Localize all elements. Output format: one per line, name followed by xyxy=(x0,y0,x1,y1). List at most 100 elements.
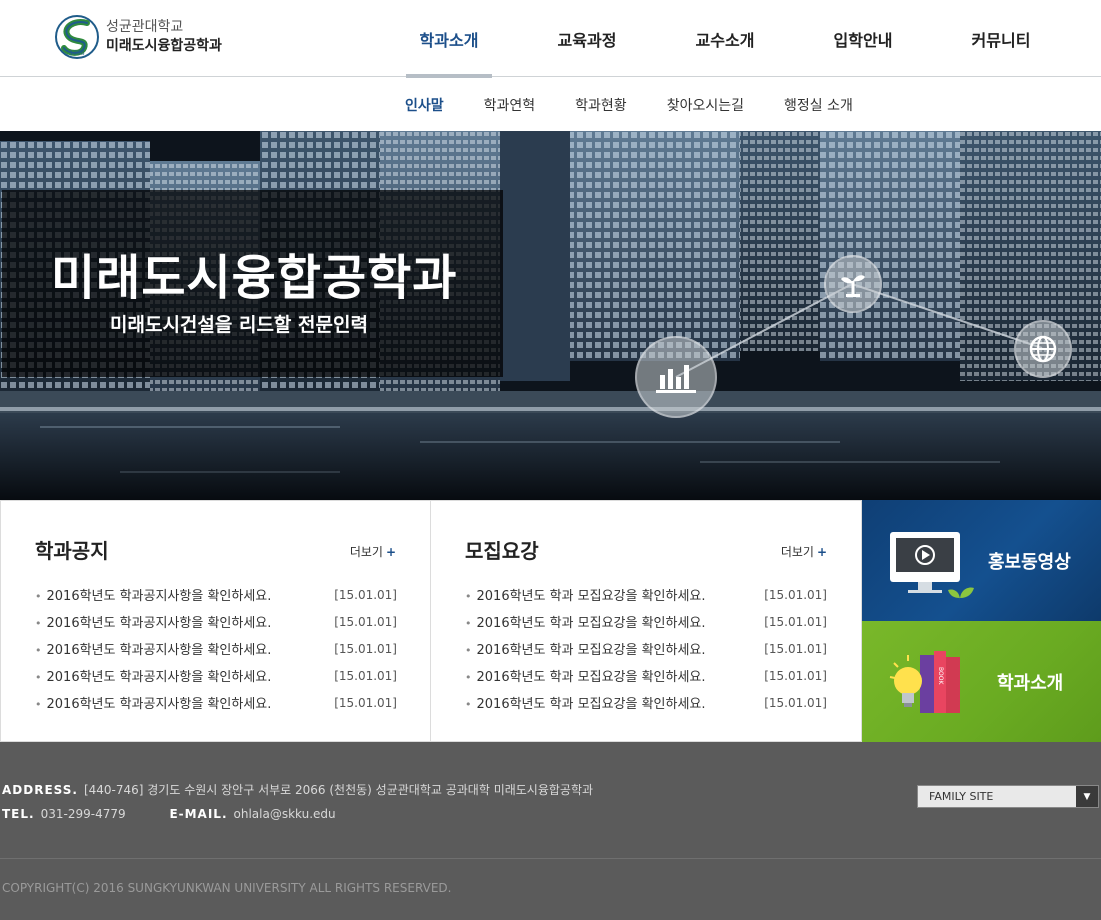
plus-icon: + xyxy=(816,545,827,559)
nav-item-admission[interactable]: 입학안내 xyxy=(794,0,932,77)
footer-address: ADDRESS. [440-746] 경기도 수원시 장안구 서부로 2066 (… xyxy=(2,781,593,798)
list-item-date: [15.01.01] xyxy=(764,668,827,683)
globe-icon xyxy=(1014,320,1072,378)
list-item-title: 2016학년도 학과 모집요강을 확인하세요. xyxy=(476,670,706,685)
bullet-icon: • xyxy=(35,590,42,603)
notice-board-title: 학과공지 xyxy=(35,539,109,563)
list-item[interactable]: • 2016학년도 학과공지사항을 확인하세요. [15.01.01] xyxy=(35,635,397,662)
list-item-date: [15.01.01] xyxy=(334,695,397,710)
department-intro-button[interactable]: BOOK 학과소개 xyxy=(862,621,1101,742)
list-item-title: 2016학년도 학과공지사항을 확인하세요. xyxy=(46,643,272,658)
nav-item-about[interactable]: 학과소개 xyxy=(380,0,518,78)
monitor-play-icon xyxy=(890,532,974,600)
hero-subtitle: 미래도시건설을 리드할 전문인력 xyxy=(110,314,368,336)
list-item-title: 2016학년도 학과 모집요강을 확인하세요. xyxy=(476,616,706,631)
plant-icon xyxy=(824,255,882,313)
list-item-date: [15.01.01] xyxy=(764,641,827,656)
tel-key: TEL. xyxy=(2,807,35,821)
nav-item-curriculum[interactable]: 교육과정 xyxy=(518,0,656,77)
list-item-title: 2016학년도 학과 모집요강을 확인하세요. xyxy=(476,697,706,712)
list-item[interactable]: • 2016학년도 학과 모집요강을 확인하세요. [15.01.01] xyxy=(465,635,827,662)
email-key: E-MAIL. xyxy=(169,807,228,821)
list-item-title: 2016학년도 학과공지사항을 확인하세요. xyxy=(46,589,272,604)
subnav-item-directions[interactable]: 찾아오시는길 xyxy=(667,95,744,115)
notice-board: 학과공지 더보기 + • 2016학년도 학과공지사항을 확인하세요. [15.01.… xyxy=(0,500,431,742)
boards-section: 학과공지 더보기 + • 2016학년도 학과공지사항을 확인하세요. [15.01.… xyxy=(0,500,862,742)
hero-banner: 미래도시융합공학과 미래도시건설을 리드할 전문인력 xyxy=(0,131,1101,500)
list-item-date: [15.01.01] xyxy=(764,695,827,710)
bullet-icon: • xyxy=(35,671,42,684)
plus-icon: + xyxy=(385,545,396,559)
admission-board: 모집요강 더보기 + • 2016학년도 학과 모집요강을 확인하세요. [15.01… xyxy=(431,500,862,742)
list-item-title: 2016학년도 학과공지사항을 확인하세요. xyxy=(46,670,272,685)
list-item[interactable]: • 2016학년도 학과 모집요강을 확인하세요. [15.01.01] xyxy=(465,608,827,635)
subnav-item-greeting[interactable]: 인사말 xyxy=(405,95,444,115)
list-item-date: [15.01.01] xyxy=(764,587,827,602)
notice-more-link[interactable]: 더보기 + xyxy=(350,543,396,560)
promo-video-button[interactable]: 홍보동영상 xyxy=(862,500,1101,621)
chart-icon xyxy=(635,336,717,418)
lightbulb-books-icon: BOOK xyxy=(889,651,960,713)
list-item[interactable]: • 2016학년도 학과 모집요강을 확인하세요. [15.01.01] xyxy=(465,581,827,608)
list-item-date: [15.01.01] xyxy=(334,668,397,683)
tel-value: 031-299-4779 xyxy=(40,807,126,821)
admission-list: • 2016학년도 학과 모집요강을 확인하세요. [15.01.01] • 2016… xyxy=(465,581,827,716)
list-item[interactable]: • 2016학년도 학과공지사항을 확인하세요. [15.01.01] xyxy=(35,608,397,635)
hero-caption-box: 미래도시융합공학과 미래도시건설을 리드할 전문인력 xyxy=(2,190,503,377)
list-item-title: 2016학년도 학과공지사항을 확인하세요. xyxy=(46,697,272,712)
quick-links: 홍보동영상 BOOK 학과소개 xyxy=(862,500,1101,742)
nav-item-community[interactable]: 커뮤니티 xyxy=(932,0,1070,77)
hero-title: 미래도시융합공학과 xyxy=(51,250,458,306)
bullet-icon: • xyxy=(465,644,472,657)
svg-text:1398: 1398 xyxy=(69,50,84,57)
list-item-date: [15.01.01] xyxy=(334,641,397,656)
list-item-title: 2016학년도 학과 모집요강을 확인하세요. xyxy=(476,643,706,658)
bullet-icon: • xyxy=(465,590,472,603)
address-key: ADDRESS. xyxy=(2,783,78,797)
address-value: [440-746] 경기도 수원시 장안구 서부로 2066 (천천동) 성균관… xyxy=(83,783,594,797)
subnav-item-history[interactable]: 학과연혁 xyxy=(484,95,536,115)
main-nav: 학과소개 교육과정 교수소개 입학안내 커뮤니티 xyxy=(380,0,1070,78)
department-name: 미래도시융합공학과 xyxy=(106,38,222,54)
university-name: 성균관대학교 xyxy=(106,19,184,35)
svg-text:BOOK: BOOK xyxy=(937,667,944,685)
list-item-date: [15.01.01] xyxy=(334,587,397,602)
bullet-icon: • xyxy=(465,671,472,684)
notice-list: • 2016학년도 학과공지사항을 확인하세요. [15.01.01] • 2016학… xyxy=(35,581,397,716)
email-value[interactable]: ohlala@skku.edu xyxy=(234,807,336,821)
chevron-down-icon[interactable]: ▼ xyxy=(1076,786,1098,807)
list-item[interactable]: • 2016학년도 학과공지사항을 확인하세요. [15.01.01] xyxy=(35,662,397,689)
subnav-item-office[interactable]: 행정실 소개 xyxy=(784,95,853,115)
university-seal-icon: 1398 xyxy=(54,14,100,60)
copyright: COPYRIGHT(C) 2016 SUNGKYUNKWAN UNIVERSIT… xyxy=(2,881,452,895)
department-intro-label: 학과소개 xyxy=(997,673,1064,694)
sub-nav: 인사말 학과연혁 학과현황 찾아오시는길 행정실 소개 xyxy=(0,78,1101,131)
site-footer: ADDRESS. [440-746] 경기도 수원시 장안구 서부로 2066 (… xyxy=(0,742,1101,920)
bullet-icon: • xyxy=(35,644,42,657)
subnav-item-status[interactable]: 학과현황 xyxy=(575,95,627,115)
family-site-select[interactable]: FAMILY SITE ▼ xyxy=(917,785,1099,808)
list-item[interactable]: • 2016학년도 학과 모집요강을 확인하세요. [15.01.01] xyxy=(465,689,827,716)
list-item-title: 2016학년도 학과 모집요강을 확인하세요. xyxy=(476,589,706,604)
list-item-date: [15.01.01] xyxy=(334,614,397,629)
bullet-icon: • xyxy=(35,698,42,711)
promo-video-label: 홍보동영상 xyxy=(988,552,1071,573)
bullet-icon: • xyxy=(465,617,472,630)
list-item-title: 2016학년도 학과공지사항을 확인하세요. xyxy=(46,616,272,631)
family-site-label: FAMILY SITE xyxy=(929,790,994,803)
footer-divider xyxy=(0,858,1101,859)
site-logo[interactable]: 1398 성균관대학교 미래도시융합공학과 xyxy=(54,12,244,62)
bullet-icon: • xyxy=(465,698,472,711)
footer-contact: TEL. 031-299-4779 E-MAIL. ohlala@skku.edu xyxy=(2,807,336,821)
list-item[interactable]: • 2016학년도 학과공지사항을 확인하세요. [15.01.01] xyxy=(35,689,397,716)
admission-board-title: 모집요강 xyxy=(465,539,539,563)
more-label: 더보기 xyxy=(780,545,814,559)
more-label: 더보기 xyxy=(349,545,383,559)
list-item[interactable]: • 2016학년도 학과공지사항을 확인하세요. [15.01.01] xyxy=(35,581,397,608)
admission-more-link[interactable]: 더보기 + xyxy=(781,543,827,560)
list-item-date: [15.01.01] xyxy=(764,614,827,629)
list-item[interactable]: • 2016학년도 학과 모집요강을 확인하세요. [15.01.01] xyxy=(465,662,827,689)
site-header: 1398 성균관대학교 미래도시융합공학과 학과소개 교육과정 교수소개 입학안… xyxy=(0,0,1101,78)
bullet-icon: • xyxy=(35,617,42,630)
nav-item-faculty[interactable]: 교수소개 xyxy=(656,0,794,77)
